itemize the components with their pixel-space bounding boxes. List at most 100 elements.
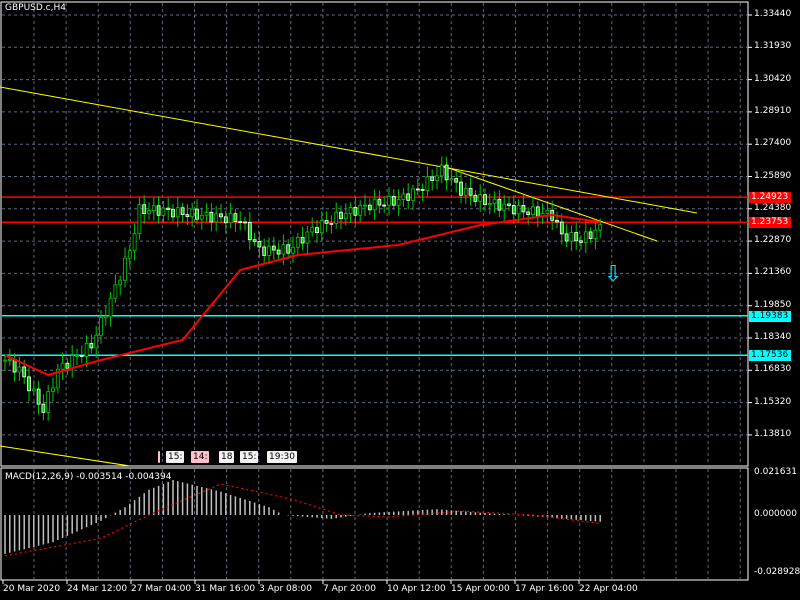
candle — [142, 204, 147, 215]
candle — [94, 334, 99, 349]
candle — [516, 205, 521, 215]
candle — [161, 207, 166, 216]
candle — [252, 239, 257, 242]
price-tick-label: 1.24380 — [754, 202, 792, 213]
candle — [46, 391, 51, 413]
trade-label[interactable]: 15: — [166, 451, 185, 463]
candle — [502, 203, 507, 211]
candle — [459, 181, 463, 196]
candle — [233, 213, 238, 223]
price-chart[interactable] — [0, 0, 800, 600]
time-tick-label: 3 Apr 08:00 — [259, 584, 312, 594]
candle — [473, 194, 478, 202]
candle — [291, 246, 295, 254]
candle — [353, 207, 358, 216]
time-tick-label: 10 Apr 12:00 — [387, 584, 446, 594]
candle — [535, 206, 540, 218]
trade-marker[interactable] — [158, 451, 160, 463]
time-tick-label: 15 Apr 00:00 — [451, 584, 510, 594]
candle — [435, 175, 439, 181]
candle — [598, 224, 603, 231]
time-tick-label: 22 Apr 04:00 — [579, 584, 638, 594]
trade-label[interactable]: 14: — [191, 451, 210, 463]
candle — [99, 317, 103, 336]
candle — [492, 198, 497, 204]
candle — [89, 342, 94, 349]
candle — [555, 219, 559, 223]
candle — [348, 207, 353, 215]
price-tick-label: 1.15320 — [754, 396, 792, 407]
price-tick-label: 1.31930 — [754, 41, 792, 52]
candle — [113, 284, 118, 299]
candle — [444, 164, 449, 181]
candle — [463, 187, 468, 196]
candle — [22, 366, 27, 378]
trade-label[interactable]: 19:30 — [267, 451, 297, 463]
candle — [588, 231, 593, 239]
candle — [343, 213, 348, 220]
candle — [295, 236, 300, 248]
candle — [228, 213, 233, 224]
price-tick-label: 1.16830 — [754, 364, 792, 375]
candle — [209, 211, 214, 223]
candle — [147, 210, 151, 215]
level-price-tag: 1.17536 — [749, 350, 791, 362]
sell-arrow-icon: ⇩ — [604, 262, 623, 287]
candle — [257, 240, 262, 248]
candle — [305, 231, 310, 244]
candle — [166, 207, 171, 210]
time-tick-label: 20 Mar 2020 — [3, 584, 61, 594]
candle — [300, 236, 305, 244]
candle — [118, 279, 123, 286]
price-tick-label: 1.25890 — [754, 170, 792, 181]
trendline — [0, 445, 131, 467]
price-tick-label: 1.22870 — [754, 235, 792, 246]
candle — [65, 362, 70, 369]
macd-tick-label: -0.028928 — [754, 567, 800, 577]
candle — [334, 211, 339, 224]
candle — [574, 232, 579, 242]
candle — [79, 355, 84, 357]
price-tick-label: 1.27400 — [754, 138, 792, 149]
candle — [454, 178, 459, 183]
chart-title: GBPUSD.c,H4 — [5, 3, 66, 13]
time-tick-label: 27 Mar 04:00 — [131, 584, 192, 594]
time-tick-label: 31 Mar 16:00 — [195, 584, 256, 594]
candle — [195, 208, 199, 220]
candle — [75, 355, 79, 357]
trendline — [0, 86, 698, 214]
candle — [449, 178, 454, 181]
candle — [564, 233, 569, 242]
macd-tick-label: 0.021631 — [754, 467, 797, 477]
candle — [70, 355, 75, 369]
candle — [372, 198, 377, 211]
price-tick-label: 1.18340 — [754, 332, 792, 342]
trade-label[interactable]: 15: — [240, 451, 259, 463]
candle — [7, 358, 12, 361]
candle — [415, 188, 420, 191]
time-tick-label: 17 Apr 16:00 — [515, 584, 574, 594]
candle — [559, 221, 564, 235]
candle — [319, 220, 324, 234]
macd-label: MACD(12,26,9) -0.003514 -0.004394 — [5, 472, 172, 482]
candle — [468, 187, 473, 196]
candle — [430, 176, 435, 181]
candle — [132, 233, 137, 252]
candle — [387, 196, 391, 206]
candle — [12, 358, 17, 373]
trade-label[interactable]: 18 — [219, 451, 235, 463]
candle — [401, 193, 406, 200]
candle — [324, 220, 329, 224]
candle — [151, 205, 156, 212]
candle — [377, 198, 382, 206]
level-price-tag: 1.24923 — [749, 192, 791, 204]
candle — [36, 388, 41, 405]
candle — [51, 387, 55, 393]
time-tick-label: 7 Apr 20:00 — [323, 584, 376, 594]
candle — [363, 204, 367, 207]
candle — [180, 207, 185, 216]
candle — [199, 214, 204, 220]
candle — [391, 196, 396, 206]
candle — [497, 198, 502, 211]
candle — [315, 227, 319, 234]
